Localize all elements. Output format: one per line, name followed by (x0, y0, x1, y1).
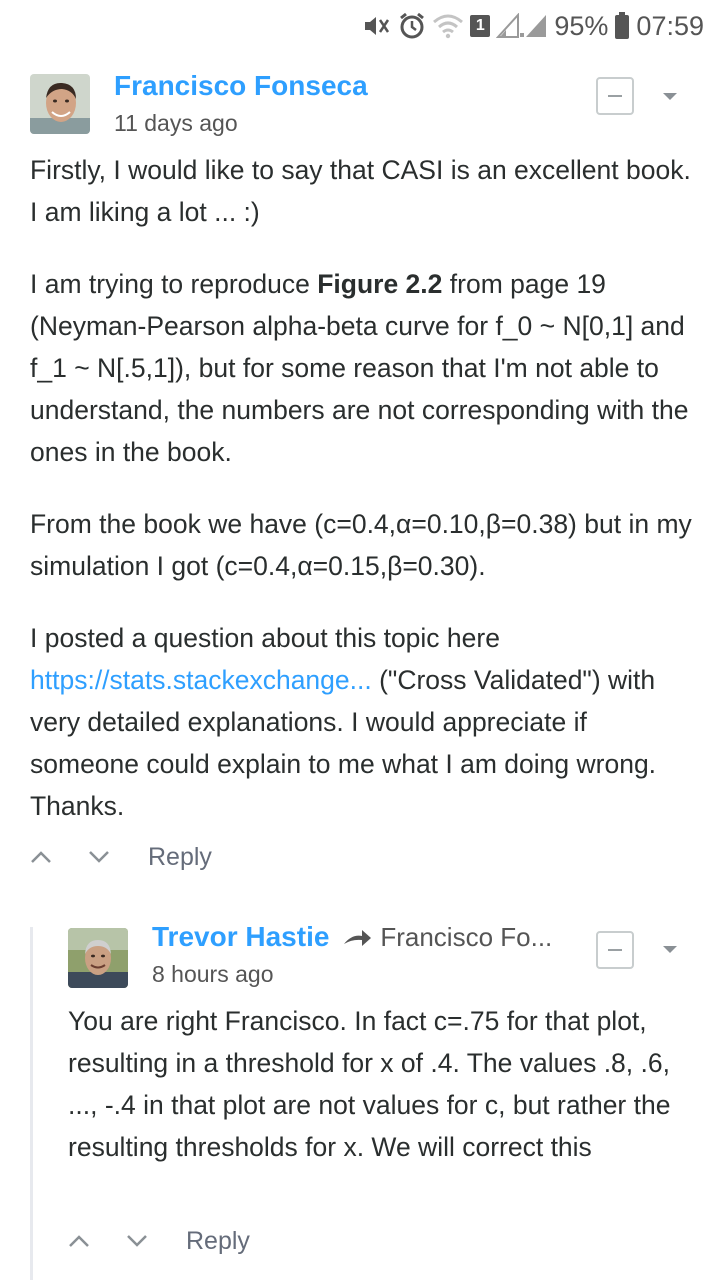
dropdown-caret-icon[interactable] (663, 93, 677, 100)
avatar[interactable] (68, 928, 128, 988)
comment-actions: Reply (62, 1226, 250, 1256)
comment: Francisco Fonseca 11 days ago Firstly, I… (0, 0, 720, 900)
dropdown-caret-icon[interactable] (663, 946, 677, 953)
reply-button[interactable]: Reply (186, 1227, 250, 1256)
comment-paragraph: I posted a question about this topic her… (30, 623, 657, 821)
upvote-icon[interactable] (62, 1226, 96, 1256)
comment-paragraph: From the book we have (c=0.4,α=0.10,β=0.… (30, 509, 692, 581)
comment-body: You are right Francisco. In fact c=.75 f… (68, 1000, 688, 1168)
reply-target[interactable]: Francisco Fo... (380, 922, 552, 952)
avatar[interactable] (30, 74, 90, 134)
collapse-button[interactable] (596, 77, 634, 115)
minus-icon (608, 949, 622, 951)
downvote-icon[interactable] (120, 1226, 154, 1256)
timestamp[interactable]: 8 hours ago (152, 961, 273, 988)
comment-paragraph: I am trying to reproduce Figure 2.2 from… (30, 269, 689, 467)
downvote-icon[interactable] (82, 842, 116, 872)
figure-reference: Figure 2.2 (317, 269, 443, 299)
comment-reply: Trevor Hastie Francisco Fo... 8 hours ag… (0, 900, 720, 1280)
stackexchange-link[interactable]: https://stats.stackexchange... (30, 665, 372, 695)
author-name[interactable]: Trevor Hastie (152, 921, 329, 952)
comment-paragraph: You are right Francisco. In fact c=.75 f… (68, 1006, 671, 1162)
reply-arrow-icon (342, 928, 372, 955)
reply-button[interactable]: Reply (148, 843, 212, 872)
upvote-icon[interactable] (24, 842, 58, 872)
comment-body: Firstly, I would like to say that CASI i… (30, 149, 700, 827)
author-name[interactable]: Francisco Fonseca (114, 70, 368, 101)
comment-paragraph: Firstly, I would like to say that CASI i… (30, 155, 691, 227)
minus-icon (608, 95, 622, 97)
collapse-button[interactable] (596, 931, 634, 969)
comment-actions: Reply (24, 842, 212, 872)
timestamp[interactable]: 11 days ago (114, 110, 238, 137)
